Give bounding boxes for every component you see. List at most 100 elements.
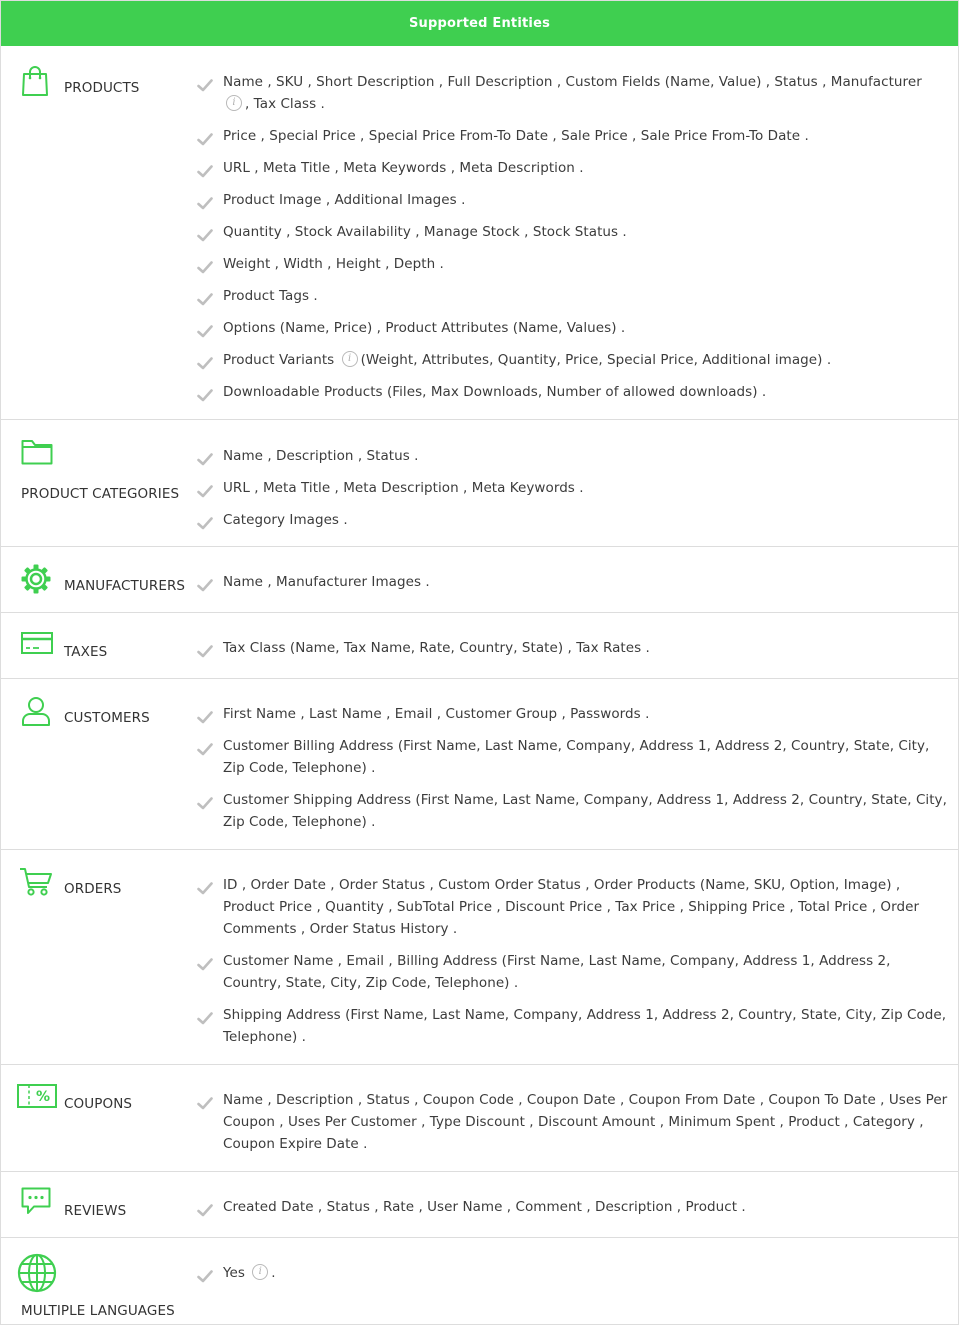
feature-label: Name , Description , Status .	[223, 448, 419, 464]
credit-card-icon	[21, 632, 53, 654]
checkmark-icon	[197, 131, 213, 146]
feature-text: Quantity , Stock Availability , Manage S…	[223, 221, 948, 243]
globe-icon	[17, 1253, 57, 1293]
feature-label: Yes	[223, 1265, 245, 1281]
supported-entities-page: Supported Entities PRODUCTS Name , SKU , …	[0, 0, 961, 1328]
checkmark-icon	[197, 1095, 213, 1110]
feature-text: URL , Meta Title , Meta Keywords , Meta …	[223, 157, 948, 179]
feature-label: URL , Meta Title , Meta Keywords , Meta …	[223, 160, 584, 176]
entity-row-orders: ORDERS ID , Order Date , Order Status , C…	[1, 849, 958, 1064]
feature-text: Customer Billing Address (First Name, La…	[223, 735, 948, 779]
checkmark-icon	[197, 795, 213, 810]
feature-label: Price , Special Price , Special Price Fr…	[223, 128, 809, 144]
entity-row-taxes: TAXES Tax Class (Name, Tax Name, Rate, Co…	[1, 612, 958, 678]
entity-name: MANUFACTURERS	[64, 578, 186, 594]
feature-text: Customer Shipping Address (First Name, L…	[223, 789, 948, 833]
feature-text: Name , Manufacturer Images .	[223, 571, 948, 593]
entity-name: PRODUCTS	[64, 80, 140, 96]
info-icon[interactable]: i	[341, 351, 358, 367]
entity-name: REVIEWS	[64, 1203, 127, 1219]
info-icon[interactable]: i	[252, 1264, 269, 1280]
feature-label: Name , Manufacturer Images .	[223, 574, 430, 590]
feature-text: Name , Description , Status , Coupon Cod…	[223, 1089, 948, 1155]
feature-text: Price , Special Price , Special Price Fr…	[223, 125, 948, 147]
checkmark-icon	[197, 1010, 213, 1025]
feature-label-suffix: .	[271, 1265, 276, 1281]
checkmark-icon	[197, 1268, 213, 1283]
feature-label-suffix: , Tax Class .	[245, 96, 325, 112]
checkmark-icon	[197, 643, 213, 658]
user-icon	[21, 696, 51, 726]
feature-text: URL , Meta Title , Meta Description , Me…	[223, 477, 948, 499]
feature-text: Downloadable Products (Files, Max Downlo…	[223, 381, 948, 403]
gear-icon	[21, 564, 51, 594]
svg-text:%: %	[36, 1089, 50, 1105]
feature-label: Name , Description , Status , Coupon Cod…	[223, 1092, 948, 1152]
entity-row-coupons: % COUPONS Name , Description , Status , Co…	[1, 1064, 958, 1171]
checkmark-icon	[197, 483, 213, 498]
shopping-bag-icon	[21, 65, 49, 97]
feature-label: Category Images .	[223, 512, 348, 528]
feature-text: Category Images .	[223, 509, 948, 531]
entity-row-product-categories: PRODUCT CATEGORIES Name , Description , S…	[1, 419, 958, 546]
feature-text: Name , SKU , Short Description , Full De…	[223, 71, 948, 115]
entity-name: PRODUCT CATEGORIES	[21, 486, 180, 502]
feature-label: Customer Billing Address (First Name, La…	[223, 738, 930, 776]
feature-text: First Name , Last Name , Email , Custome…	[223, 703, 948, 725]
feature-label: Downloadable Products (Files, Max Downlo…	[223, 384, 767, 400]
entity-name: CUSTOMERS	[64, 710, 150, 726]
feature-label: Product Image , Additional Images .	[223, 192, 466, 208]
feature-label: Shipping Address (First Name, Last Name,…	[223, 1007, 947, 1045]
feature-text: Created Date , Status , Rate , User Name…	[223, 1196, 948, 1218]
checkmark-icon	[197, 577, 213, 592]
entity-row-manufacturers: MANUFACTURERS Name , Manufacturer Images …	[1, 546, 958, 612]
feature-label: Tax Class (Name, Tax Name, Rate, Country…	[223, 640, 650, 656]
feature-label: Created Date , Status , Rate , User Name…	[223, 1199, 746, 1215]
coupon-icon: %	[17, 1084, 57, 1108]
feature-text: Product Tags .	[223, 285, 948, 307]
checkmark-icon	[197, 323, 213, 338]
entity-row-products: PRODUCTS Name , SKU , Short Description ,…	[1, 46, 958, 419]
feature-text: Name , Description , Status .	[223, 445, 948, 467]
feature-label: Customer Name , Email , Billing Address …	[223, 953, 891, 991]
entity-name: MULTIPLE LANGUAGES	[21, 1303, 175, 1319]
checkmark-icon	[197, 195, 213, 210]
checkmark-icon	[197, 956, 213, 971]
feature-text: Yes i.	[223, 1262, 948, 1284]
feature-text: Shipping Address (First Name, Last Name,…	[223, 1004, 948, 1048]
feature-label: Name , SKU , Short Description , Full De…	[223, 74, 922, 90]
feature-text: Options (Name, Price) , Product Attribut…	[223, 317, 948, 339]
checkmark-icon	[197, 880, 213, 895]
checkmark-icon	[197, 259, 213, 274]
feature-label-suffix: (Weight, Attributes, Quantity, Price, Sp…	[360, 352, 832, 368]
feature-label: ID , Order Date , Order Status , Custom …	[223, 877, 920, 937]
feature-label: Weight , Width , Height , Depth .	[223, 256, 444, 272]
entity-row-reviews: REVIEWS Created Date , Status , Rate , Us…	[1, 1171, 958, 1237]
feature-text: Customer Name , Email , Billing Address …	[223, 950, 948, 994]
checkmark-icon	[197, 515, 213, 530]
feature-label: Quantity , Stock Availability , Manage S…	[223, 224, 627, 240]
checkmark-icon	[197, 227, 213, 242]
feature-label: First Name , Last Name , Email , Custome…	[223, 706, 650, 722]
entity-rows: PRODUCTS Name , SKU , Short Description ,…	[1, 46, 958, 1324]
checkmark-icon	[197, 1202, 213, 1217]
checkmark-icon	[197, 709, 213, 724]
entity-name: COUPONS	[64, 1096, 133, 1112]
checkmark-icon	[197, 451, 213, 466]
feature-text: Tax Class (Name, Tax Name, Rate, Country…	[223, 637, 948, 659]
feature-label: Product Variants	[223, 352, 335, 368]
feature-label: URL , Meta Title , Meta Description , Me…	[223, 480, 584, 496]
checkmark-icon	[197, 291, 213, 306]
checkmark-icon	[197, 163, 213, 178]
feature-label: Product Tags .	[223, 288, 318, 304]
info-icon[interactable]: i	[226, 95, 242, 111]
feature-text: Product Image , Additional Images .	[223, 189, 948, 211]
entity-row-multiple-languages: MULTIPLE LANGUAGES Yes i.	[1, 1237, 958, 1324]
checkmark-icon	[197, 741, 213, 756]
feature-text: Weight , Width , Height , Depth .	[223, 253, 948, 275]
table-title: Supported Entities	[408, 16, 551, 31]
entity-name: ORDERS	[64, 881, 122, 897]
cart-icon	[19, 867, 53, 897]
supported-entities-table: Supported Entities PRODUCTS Name , SKU , …	[0, 0, 959, 1325]
checkmark-icon	[197, 355, 213, 370]
